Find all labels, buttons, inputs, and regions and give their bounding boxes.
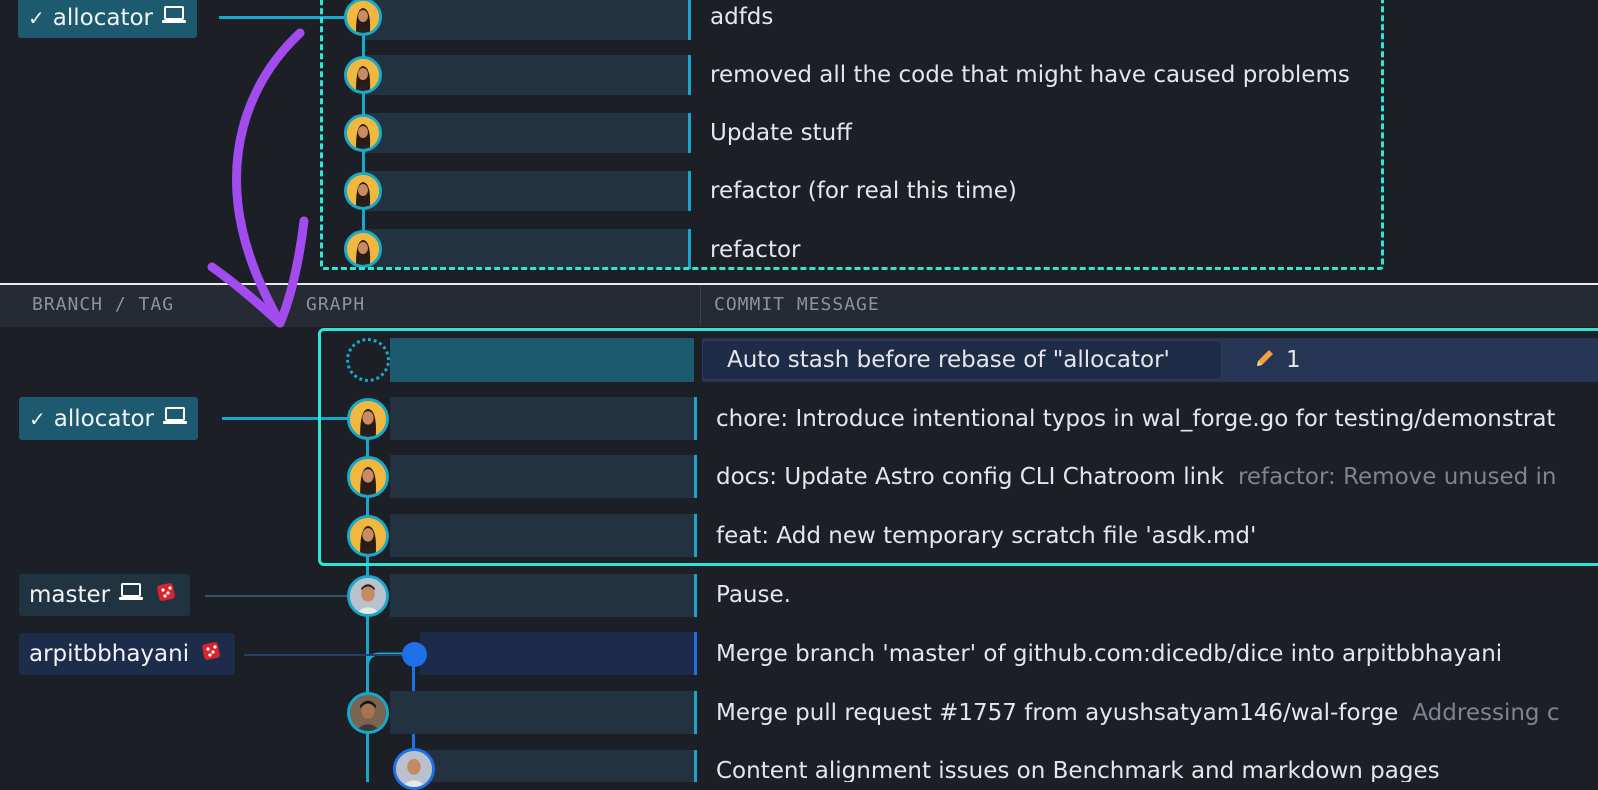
laptop-icon xyxy=(161,5,187,31)
dice-icon xyxy=(156,580,180,610)
branch-badge-allocator[interactable]: ✓ allocator xyxy=(19,397,198,440)
commit-summary: Merge pull request #1757 from ayushsatya… xyxy=(716,700,1399,726)
branch-label-allocator: allocator xyxy=(53,405,154,432)
ghost-branch-badge[interactable]: ✓ allocator xyxy=(18,0,197,38)
dice-icon xyxy=(201,639,225,669)
author-avatar[interactable] xyxy=(393,748,435,790)
branch-badge-master[interactable]: master xyxy=(19,574,191,616)
commit-row-sep xyxy=(694,691,697,734)
header-branch-tag[interactable]: BRANCH / TAG xyxy=(32,294,174,315)
commit-message[interactable]: Content alignment issues on Benchmark an… xyxy=(716,760,1440,783)
commit-description: Addressing c xyxy=(1412,700,1560,726)
branch-connector xyxy=(244,654,404,656)
merge-node[interactable] xyxy=(402,642,427,667)
branch-label-master: master xyxy=(29,582,111,608)
drag-arrow xyxy=(207,28,309,328)
ghost-selection-outline xyxy=(320,0,1384,270)
commit-message[interactable]: Merge branch 'master' of github.com:dice… xyxy=(716,643,1502,666)
laptop-icon xyxy=(162,406,188,432)
commit-row-sep xyxy=(694,750,697,782)
commit-row-sep xyxy=(694,574,697,617)
check-icon: ✓ xyxy=(28,6,45,30)
branch-connector xyxy=(205,595,347,597)
commit-message[interactable]: Merge pull request #1757 from ayushsatya… xyxy=(716,702,1559,725)
commit-message[interactable]: Pause. xyxy=(716,584,791,607)
author-avatar[interactable] xyxy=(347,575,389,617)
author-avatar[interactable] xyxy=(347,692,389,734)
check-icon: ✓ xyxy=(29,406,46,431)
commit-message-clip: Content alignment issues on Benchmark an… xyxy=(716,750,1598,783)
header-commit-message[interactable]: COMMIT MESSAGE xyxy=(714,294,880,315)
commit-row-sep xyxy=(694,632,697,675)
commit-row-bar xyxy=(390,574,694,617)
commit-row-bar xyxy=(420,632,694,675)
commit-row-bar xyxy=(420,750,694,782)
header-divider[interactable] xyxy=(700,285,701,325)
commit-row-bar xyxy=(390,691,694,734)
ghost-branch-label: allocator xyxy=(52,5,153,31)
selection-outline xyxy=(318,328,1598,566)
branch-label-arpitbbhayani: arpitbbhayani xyxy=(29,641,190,667)
laptop-icon xyxy=(118,582,144,608)
branch-badge-arpitbbhayani[interactable]: arpitbbhayani xyxy=(19,633,236,675)
